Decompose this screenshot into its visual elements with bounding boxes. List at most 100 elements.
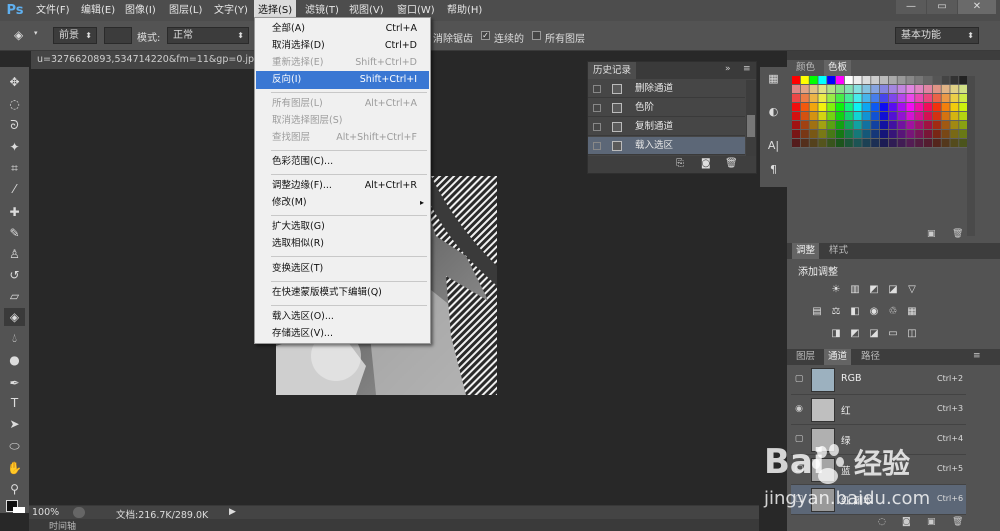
color-swatch[interactable] xyxy=(959,76,968,84)
color-swatch[interactable] xyxy=(897,139,906,147)
color-swatch[interactable] xyxy=(880,76,888,84)
channel-row-red[interactable]: ◉ 红 Ctrl+3 xyxy=(791,395,966,425)
color-swatch[interactable] xyxy=(871,121,880,129)
color-swatch[interactable] xyxy=(941,112,950,120)
color-swatch[interactable] xyxy=(800,130,809,138)
menu-item-reselect[interactable]: 重新选择(E) Shift+Ctrl+D xyxy=(256,54,429,72)
color-swatch[interactable] xyxy=(941,139,950,147)
color-swatch[interactable] xyxy=(897,130,906,138)
color-swatch[interactable] xyxy=(932,121,941,129)
color-swatch[interactable] xyxy=(818,121,827,129)
color-swatch[interactable] xyxy=(871,112,880,120)
color-swatch[interactable] xyxy=(800,112,809,120)
color-swatch[interactable] xyxy=(836,103,844,111)
fill-source-select[interactable]: 前景 ⬍ xyxy=(53,27,97,44)
menu-item-all-layers[interactable]: 所有图层(L) Alt+Ctrl+A xyxy=(256,95,429,113)
color-swatch[interactable] xyxy=(932,139,941,147)
color-swatch[interactable] xyxy=(897,94,906,102)
timeline-panel-tab[interactable]: 时间轴 xyxy=(29,519,759,531)
history-source-checkbox[interactable] xyxy=(593,104,601,112)
color-swatch[interactable] xyxy=(871,94,880,102)
menu-item-select-all[interactable]: 全部(A) Ctrl+A xyxy=(256,20,429,38)
color-swatch[interactable] xyxy=(862,139,871,147)
color-swatch[interactable] xyxy=(792,85,800,93)
curves-icon[interactable]: ◩ xyxy=(868,284,880,295)
color-swatch[interactable] xyxy=(871,76,880,84)
menu-type[interactable]: 文字(Y) xyxy=(210,0,252,21)
color-swatch[interactable] xyxy=(897,121,906,129)
healing-brush-tool-icon[interactable]: ✚ xyxy=(4,203,25,221)
color-swatch[interactable] xyxy=(906,139,915,147)
color-swatch[interactable] xyxy=(888,103,897,111)
color-swatch[interactable] xyxy=(836,139,844,147)
pattern-picker[interactable] xyxy=(104,27,132,44)
color-swatch[interactable] xyxy=(792,103,800,111)
paint-bucket-tool-icon[interactable]: ◈ xyxy=(4,308,25,326)
channel-row-rgb[interactable]: ▢ RGB Ctrl+2 xyxy=(791,365,966,395)
status-arrow-icon[interactable]: ▶ xyxy=(229,507,236,517)
color-swatch[interactable] xyxy=(792,112,800,120)
color-swatch[interactable] xyxy=(959,94,968,102)
color-swatch[interactable] xyxy=(844,76,853,84)
color-swatch[interactable] xyxy=(906,103,915,111)
black-white-icon[interactable]: ◧ xyxy=(849,306,861,317)
menu-item-grow[interactable]: 扩大选取(G) xyxy=(256,218,429,236)
color-swatch[interactable] xyxy=(827,121,836,129)
color-swatch[interactable] xyxy=(924,130,932,138)
tab-swatches[interactable]: 色板 xyxy=(824,60,852,76)
menu-item-transform-selection[interactable]: 变换选区(T) xyxy=(256,260,429,278)
color-swatch[interactable] xyxy=(871,139,880,147)
panel-menu-icon[interactable]: ≡ xyxy=(743,64,751,74)
color-swatch[interactable] xyxy=(809,103,818,111)
menu-item-load-selection[interactable]: 载入选区(O)... xyxy=(256,308,429,326)
properties-panel-icon[interactable]: ◐ xyxy=(764,103,783,121)
blend-mode-select[interactable]: 正常 ⬍ xyxy=(167,27,249,44)
color-swatch[interactable] xyxy=(792,76,800,84)
all-layers-checkbox[interactable] xyxy=(532,31,541,40)
color-swatch[interactable] xyxy=(941,76,950,84)
history-item[interactable]: 色阶 xyxy=(588,99,745,117)
color-swatch[interactable] xyxy=(800,85,809,93)
color-swatch[interactable] xyxy=(932,112,941,120)
menu-item-deselect-layers[interactable]: 取消选择图层(S) xyxy=(256,112,429,130)
color-swatch[interactable] xyxy=(950,139,959,147)
background-color-swatch[interactable] xyxy=(13,507,25,513)
color-swatch[interactable] xyxy=(792,94,800,102)
color-swatch[interactable] xyxy=(800,94,809,102)
menu-item-find-layers[interactable]: 查找图层 Alt+Shift+Ctrl+F xyxy=(256,129,429,147)
tab-adjustments[interactable]: 调整 xyxy=(792,243,820,259)
color-swatch[interactable] xyxy=(827,103,836,111)
color-swatch[interactable] xyxy=(932,85,941,93)
eraser-tool-icon[interactable]: ▱ xyxy=(4,287,25,305)
color-swatch[interactable] xyxy=(844,112,853,120)
color-swatch[interactable] xyxy=(818,139,827,147)
history-scrollbar[interactable] xyxy=(746,80,756,156)
color-swatch[interactable] xyxy=(836,130,844,138)
move-tool-icon[interactable]: ✥ xyxy=(4,73,25,91)
color-swatch[interactable] xyxy=(915,76,924,84)
color-swatch[interactable] xyxy=(836,76,844,84)
color-swatch[interactable] xyxy=(897,76,906,84)
color-swatch[interactable] xyxy=(941,103,950,111)
zoom-level[interactable]: 100% xyxy=(32,507,59,518)
color-swatch[interactable] xyxy=(809,85,818,93)
color-swatch[interactable] xyxy=(862,103,871,111)
character-panel-icon[interactable]: A| xyxy=(764,137,783,155)
color-swatch[interactable] xyxy=(827,76,836,84)
color-swatch[interactable] xyxy=(959,130,968,138)
color-swatch[interactable] xyxy=(880,139,888,147)
menu-layer[interactable]: 图层(L) xyxy=(165,0,206,21)
color-swatch[interactable] xyxy=(941,130,950,138)
color-swatch[interactable] xyxy=(941,121,950,129)
color-swatch[interactable] xyxy=(809,139,818,147)
menu-item-color-range[interactable]: 色彩范围(C)... xyxy=(256,153,429,171)
color-swatch[interactable] xyxy=(871,85,880,93)
magic-wand-tool-icon[interactable]: ✦ xyxy=(4,138,25,156)
color-swatch[interactable] xyxy=(827,139,836,147)
color-swatch[interactable] xyxy=(915,130,924,138)
color-swatch[interactable] xyxy=(862,112,871,120)
paragraph-panel-icon[interactable]: ¶ xyxy=(764,161,783,179)
channel-mixer-icon[interactable]: ♲ xyxy=(887,306,899,317)
color-swatch[interactable] xyxy=(862,85,871,93)
tab-styles[interactable]: 样式 xyxy=(825,243,852,259)
